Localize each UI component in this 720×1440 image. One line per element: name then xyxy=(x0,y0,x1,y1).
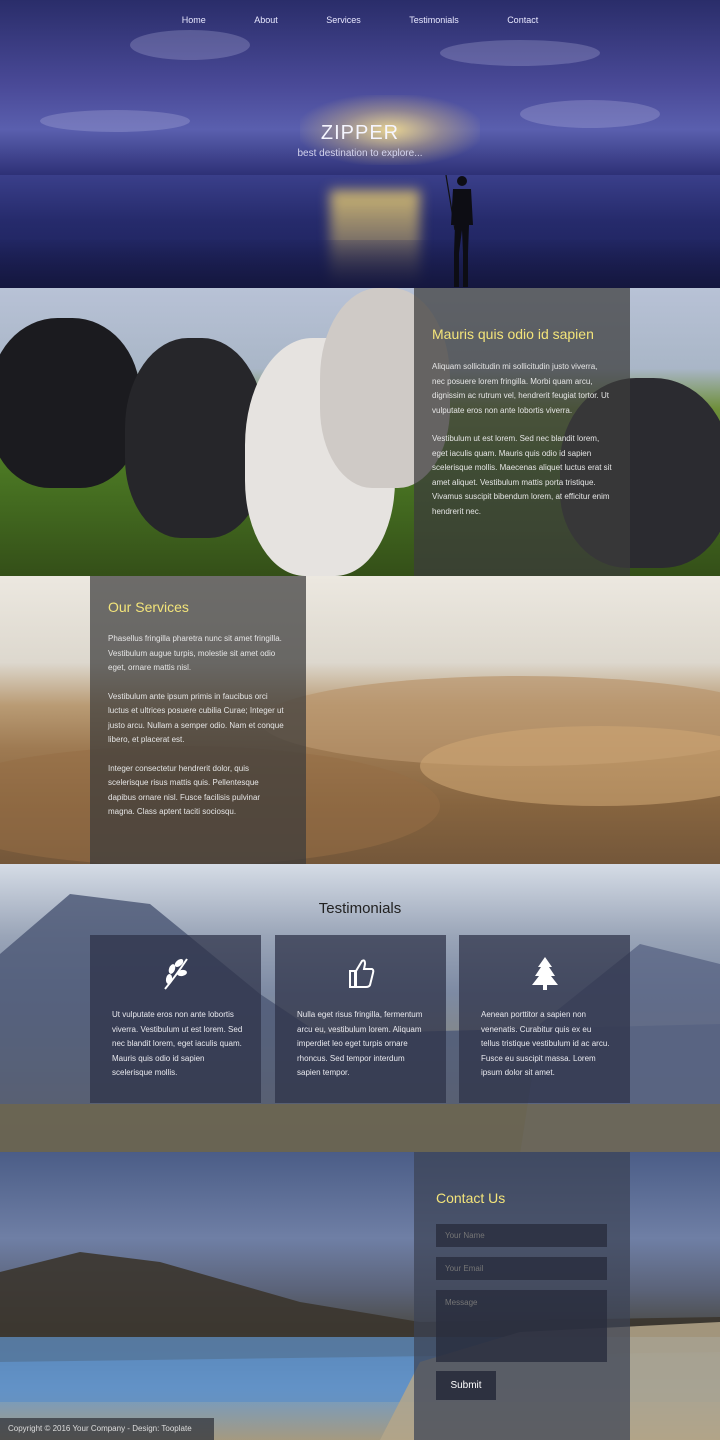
submit-button[interactable]: Submit xyxy=(436,1371,496,1400)
message-field[interactable] xyxy=(436,1290,607,1362)
services-section: Our Services Phasellus fringilla pharetr… xyxy=(0,576,720,864)
about-title: Mauris quis odio id sapien xyxy=(432,326,594,342)
about-section: Mauris quis odio id sapien Aliquam solli… xyxy=(0,288,720,576)
testimonials-section: Testimonials Ut vulputate eros non ante … xyxy=(0,864,720,1152)
nav-testimonials[interactable]: Testimonials xyxy=(409,15,459,25)
leaf-icon xyxy=(90,955,261,991)
footer-copyright: Copyright © 2016 Your Company - Design: … xyxy=(0,1418,214,1440)
fisherman-silhouette xyxy=(445,175,473,287)
services-title: Our Services xyxy=(108,599,189,615)
nav-services[interactable]: Services xyxy=(326,15,361,25)
services-paragraph-1: Phasellus fringilla pharetra nunc sit am… xyxy=(108,634,282,672)
nav-contact[interactable]: Contact xyxy=(507,15,538,25)
site-title: ZIPPER xyxy=(320,122,400,144)
services-paragraph-3: Integer consectetur hendrerit dolor, qui… xyxy=(108,763,261,817)
hero-section: Home About Services Testimonials Contact… xyxy=(0,0,720,288)
contact-title: Contact Us xyxy=(436,1190,506,1206)
testimonial-card: Ut vulputate eros non ante lobortis vive… xyxy=(90,935,261,1103)
testimonial-text: Ut vulputate eros non ante lobortis vive… xyxy=(112,1010,243,1077)
thumbs-up-icon xyxy=(275,955,446,991)
name-field[interactable] xyxy=(436,1224,607,1247)
services-panel: Our Services Phasellus fringilla pharetr… xyxy=(90,576,306,864)
contact-section: Contact Us Submit Copyright © 2016 Your … xyxy=(0,1152,720,1440)
tree-icon xyxy=(459,955,630,991)
about-panel: Mauris quis odio id sapien Aliquam solli… xyxy=(414,288,630,576)
nav-home[interactable]: Home xyxy=(182,15,206,25)
main-nav: Home About Services Testimonials Contact xyxy=(0,10,720,28)
email-field[interactable] xyxy=(436,1257,607,1280)
nav-about[interactable]: About xyxy=(254,15,278,25)
contact-panel: Contact Us Submit xyxy=(414,1152,630,1440)
brand: ZIPPER best destination to explore... xyxy=(0,122,720,159)
about-paragraph-1: Aliquam sollicitudin mi sollicitudin jus… xyxy=(432,362,609,415)
testimonial-card: Nulla eget risus fringilla, fermentum ar… xyxy=(275,935,446,1103)
testimonial-text: Aenean porttitor a sapien non venenatis.… xyxy=(481,1010,610,1077)
site-tagline: best destination to explore... xyxy=(297,148,423,159)
testimonial-card: Aenean porttitor a sapien non venenatis.… xyxy=(459,935,630,1103)
testimonials-title: Testimonials xyxy=(318,900,402,917)
testimonial-text: Nulla eget risus fringilla, fermentum ar… xyxy=(297,1010,423,1077)
services-paragraph-2: Vestibulum ante ipsum primis in faucibus… xyxy=(108,691,284,745)
about-paragraph-2: Vestibulum ut est lorem. Sed nec blandit… xyxy=(432,434,612,516)
